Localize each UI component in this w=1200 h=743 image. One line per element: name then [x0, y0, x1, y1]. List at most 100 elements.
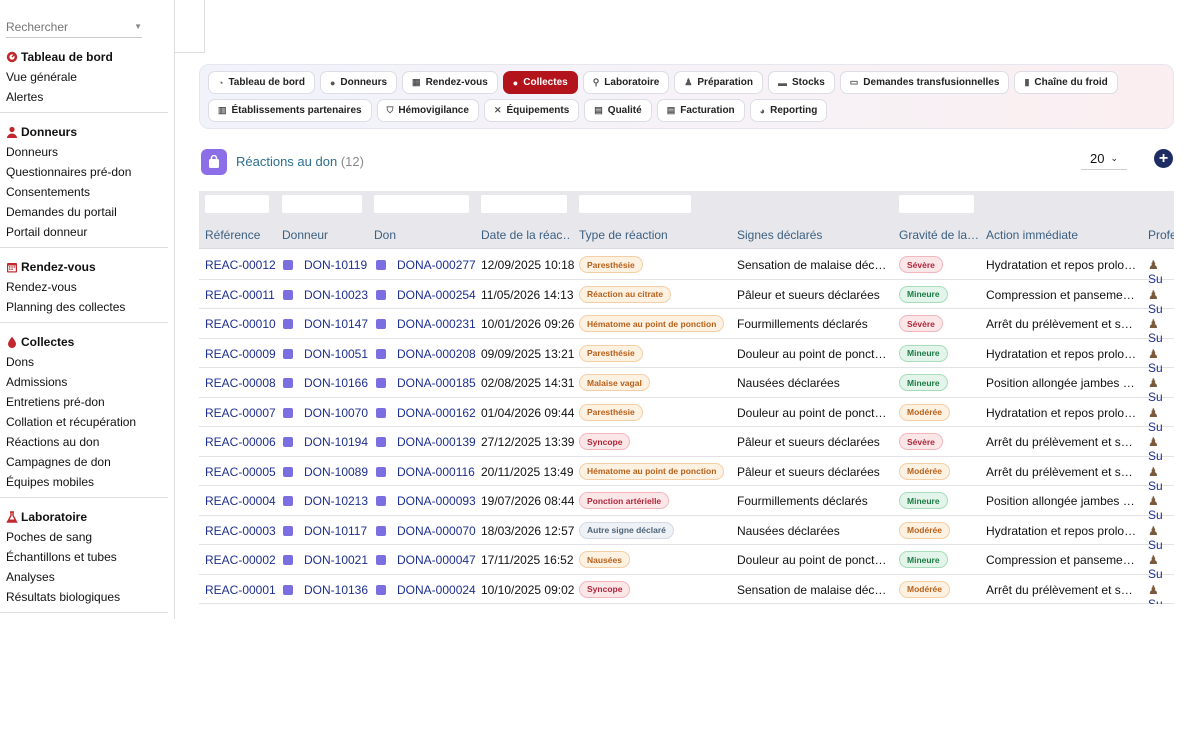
tab-equipements[interactable]: ✕ Équipements — [483, 99, 580, 122]
sidebar-item[interactable]: Consentements — [0, 183, 168, 203]
don-link[interactable]: DONA-000185 — [397, 376, 477, 390]
tab-rendez-vous[interactable]: ▦ Rendez-vous — [402, 71, 498, 94]
reference-link[interactable]: REAC-00008 — [205, 376, 277, 390]
reference-link[interactable]: REAC-00010 — [205, 317, 277, 331]
don-link[interactable]: DONA-000254 — [397, 288, 477, 302]
tab-reporting[interactable]: ◕ Reporting — [749, 99, 828, 122]
column-header[interactable]: Profe — [1148, 228, 1174, 242]
filter-gravite[interactable] — [899, 195, 974, 213]
table-row[interactable]: REAC-00009 DON-10051 DONA-000208 09/09/2025… — [199, 339, 1174, 375]
sidebar-item[interactable]: Collation et récupération — [0, 413, 168, 433]
table-row[interactable]: REAC-00001 DON-10136 DONA-000024 10/10/2025… — [199, 575, 1174, 605]
don-link[interactable]: DONA-000093 — [397, 494, 477, 508]
don-link[interactable]: DONA-000024 — [397, 583, 477, 597]
tab-laboratoire[interactable]: ⚲ Laboratoire — [582, 71, 670, 94]
donneur-link[interactable]: DON-10119 — [304, 258, 369, 272]
table-row[interactable]: REAC-00002 DON-10021 DONA-000047 17/11/2025… — [199, 545, 1174, 581]
table-row[interactable]: REAC-00007 DON-10070 DONA-000162 01/04/2026… — [199, 398, 1174, 434]
reference-link[interactable]: REAC-00001 — [205, 583, 277, 597]
donneur-link[interactable]: DON-10089 — [304, 465, 369, 479]
tab-demandes-transfusionnelles[interactable]: ▭ Demandes transfusionnelles — [839, 71, 1010, 94]
table-row[interactable]: REAC-00003 DON-10117 DONA-000070 18/03/2026… — [199, 516, 1174, 552]
table-row[interactable]: REAC-00004 DON-10213 DONA-000093 19/07/2026… — [199, 486, 1174, 522]
sidebar-item[interactable]: Alertes — [0, 88, 168, 108]
filter-donneur[interactable] — [282, 195, 362, 213]
tab-hemovigilance[interactable]: ⛉ Hémovigilance — [376, 99, 479, 122]
donneur-link[interactable]: DON-10021 — [304, 553, 369, 567]
donneur-link[interactable]: DON-10070 — [304, 406, 369, 420]
sidebar-section-title[interactable]: Laboratoire — [0, 502, 168, 528]
don-link[interactable]: DONA-000277 — [397, 258, 477, 272]
sidebar-section-title[interactable]: Donneurs — [0, 117, 168, 143]
sidebar-item[interactable]: Portail donneur — [0, 223, 168, 243]
column-header[interactable]: Action immédiate — [986, 228, 1141, 242]
search-input[interactable] — [6, 19, 116, 34]
column-header[interactable]: Signes déclarés — [737, 228, 892, 242]
donneur-link[interactable]: DON-10136 — [304, 583, 369, 597]
donneur-link[interactable]: DON-10194 — [304, 435, 369, 449]
don-link[interactable]: DONA-000070 — [397, 524, 477, 538]
sidebar-item[interactable]: Résultats biologiques — [0, 588, 168, 608]
don-link[interactable]: DONA-000162 — [397, 406, 477, 420]
don-link[interactable]: DONA-000116 — [397, 465, 477, 479]
sidebar-item[interactable]: Dons — [0, 353, 168, 373]
filter-reference[interactable] — [205, 195, 269, 213]
tab-stocks[interactable]: ▬ Stocks — [767, 71, 835, 94]
donneur-link[interactable]: DON-10147 — [304, 317, 369, 331]
sidebar-item[interactable]: Entretiens pré-don — [0, 393, 168, 413]
sidebar-item[interactable]: Planning des collectes — [0, 298, 168, 318]
sidebar-item[interactable]: Réactions au don — [0, 433, 168, 453]
column-header[interactable]: Gravité de la… — [899, 228, 979, 242]
sidebar-section-title[interactable]: Tableau de bord — [0, 42, 168, 68]
donneur-link[interactable]: DON-10117 — [304, 524, 369, 538]
don-link[interactable]: DONA-000231 — [397, 317, 477, 331]
tab-facturation[interactable]: ▤ Facturation — [656, 99, 745, 122]
sidebar-item[interactable]: Poches de sang — [0, 528, 168, 548]
sidebar-item[interactable]: Admissions — [0, 373, 168, 393]
tab-etablissements-partenaires[interactable]: ▥ Établissements partenaires — [208, 99, 372, 122]
table-row[interactable]: REAC-00006 DON-10194 DONA-000139 27/12/2025… — [199, 427, 1174, 463]
table-row[interactable]: REAC-00011 DON-10023 DONA-000254 11/05/2026… — [199, 280, 1174, 316]
sidebar-section-title[interactable]: Rendez-vous — [0, 252, 168, 278]
sidebar-item[interactable]: Questionnaires pré-don — [0, 163, 168, 183]
add-button[interactable]: + — [1154, 149, 1173, 168]
don-link[interactable]: DONA-000208 — [397, 347, 477, 361]
tab-donneurs[interactable]: ● Donneurs — [319, 71, 398, 94]
sidebar-item[interactable]: Campagnes de don — [0, 453, 168, 473]
filter-type[interactable] — [579, 195, 691, 213]
reference-link[interactable]: REAC-00012 — [205, 258, 277, 272]
reference-link[interactable]: REAC-00007 — [205, 406, 277, 420]
tab-preparation[interactable]: ♟ Préparation — [674, 71, 763, 94]
reference-link[interactable]: REAC-00009 — [205, 347, 277, 361]
tab-collectes[interactable]: ● Collectes — [502, 71, 578, 94]
sidebar-section-title[interactable]: Collectes — [0, 327, 168, 353]
donneur-link[interactable]: DON-10166 — [304, 376, 369, 390]
chevron-down-icon[interactable]: ▼ — [134, 22, 142, 31]
table-row[interactable]: REAC-00008 DON-10166 DONA-000185 02/08/2025… — [199, 368, 1174, 404]
donneur-link[interactable]: DON-10023 — [304, 288, 369, 302]
reference-link[interactable]: REAC-00002 — [205, 553, 277, 567]
filter-don[interactable] — [374, 195, 469, 213]
sidebar-item[interactable]: Rendez-vous — [0, 278, 168, 298]
filter-date[interactable] — [481, 195, 567, 213]
don-link[interactable]: DONA-000139 — [397, 435, 477, 449]
sidebar-item[interactable]: Donneurs — [0, 143, 168, 163]
search-box[interactable]: ▼ — [6, 16, 142, 38]
sidebar-item[interactable]: Échantillons et tubes — [0, 548, 168, 568]
donneur-link[interactable]: DON-10051 — [304, 347, 369, 361]
reference-link[interactable]: REAC-00004 — [205, 494, 277, 508]
column-header[interactable]: Date de la réac… — [481, 228, 571, 242]
reference-link[interactable]: REAC-00011 — [205, 288, 277, 302]
donneur-link[interactable]: DON-10213 — [304, 494, 369, 508]
reference-link[interactable]: REAC-00003 — [205, 524, 277, 538]
page-size-select[interactable]: 20 ⌄ — [1081, 148, 1127, 170]
sidebar-item[interactable]: Vue générale — [0, 68, 168, 88]
sidebar-item[interactable]: Équipes mobiles — [0, 473, 168, 493]
sidebar-item[interactable]: Analyses — [0, 568, 168, 588]
column-header[interactable]: Don — [374, 228, 474, 242]
column-header[interactable]: Type de réaction — [579, 228, 729, 242]
professional-link[interactable]: ♟ Su — [1148, 583, 1174, 605]
reference-link[interactable]: REAC-00005 — [205, 465, 277, 479]
table-row[interactable]: REAC-00010 DON-10147 DONA-000231 10/01/2026… — [199, 309, 1174, 345]
column-header[interactable]: Donneur — [282, 228, 367, 242]
